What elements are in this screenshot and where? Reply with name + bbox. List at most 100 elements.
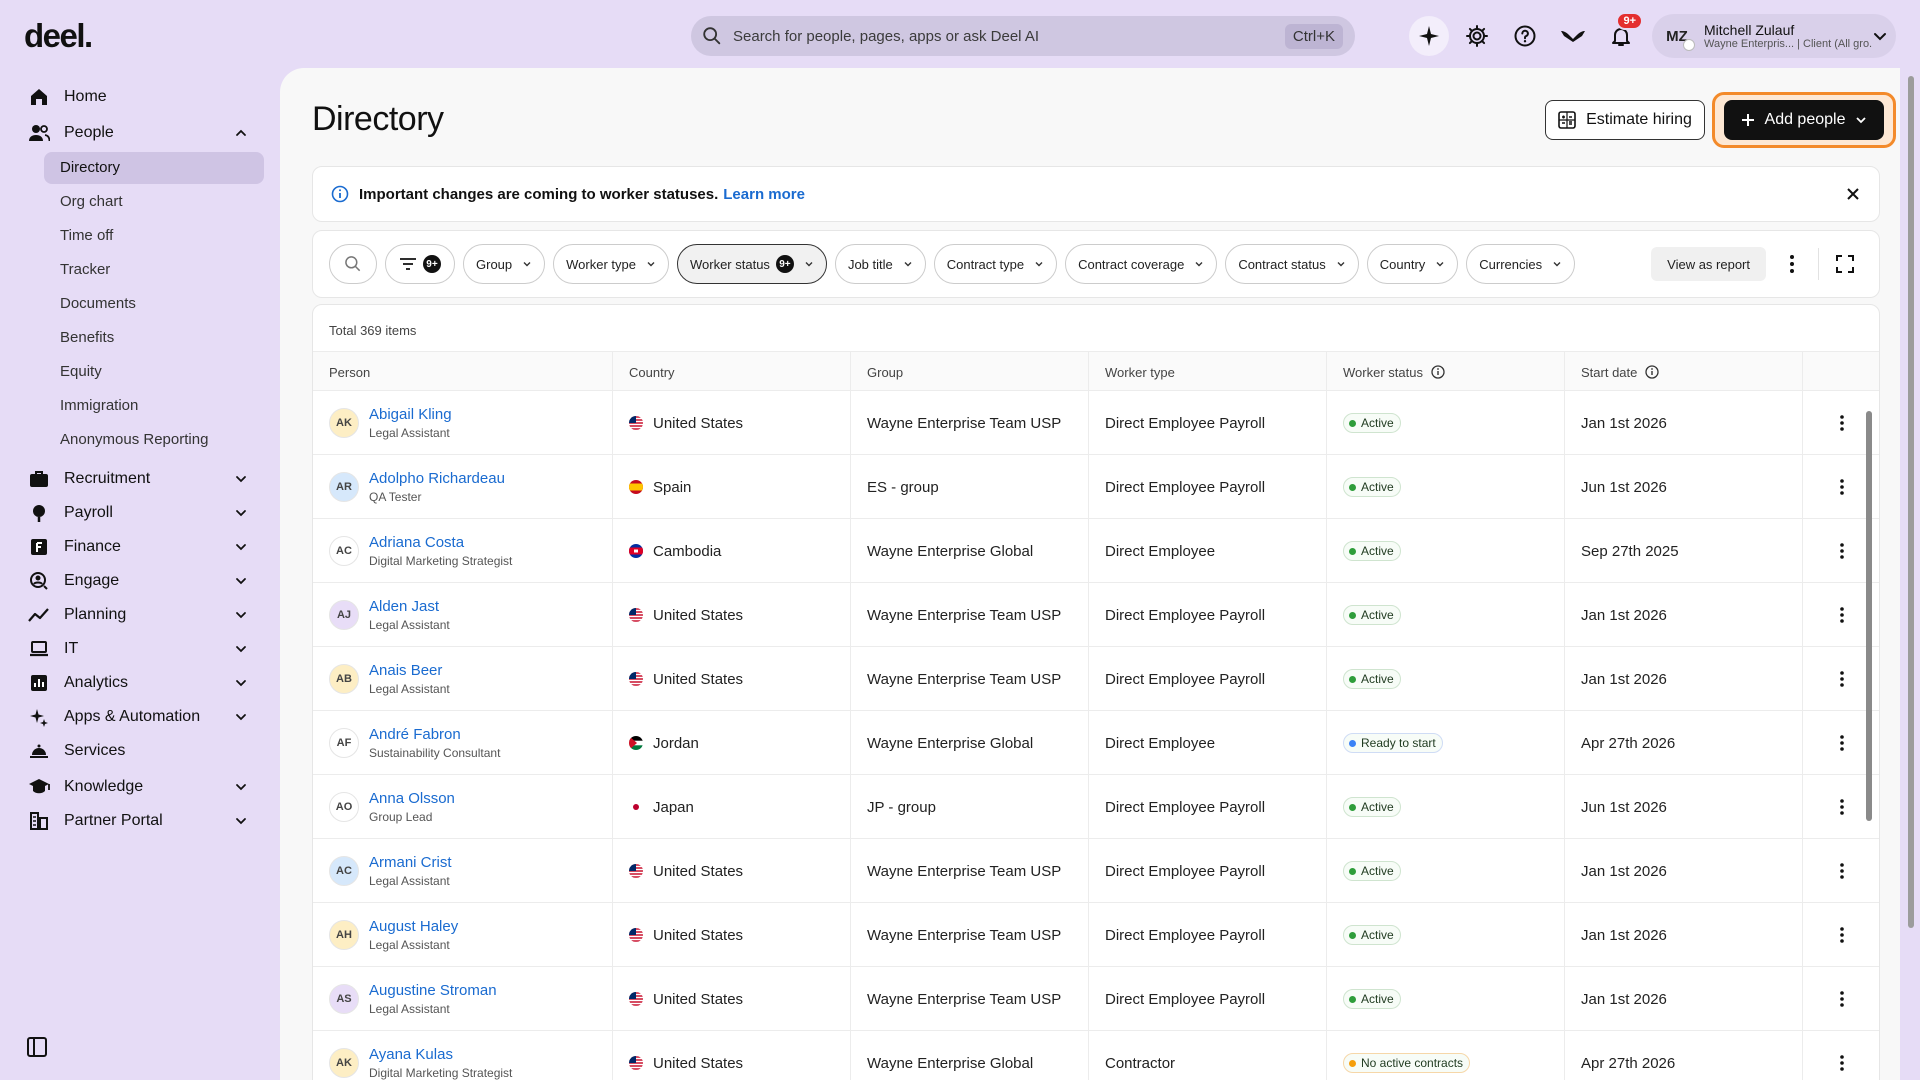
- person-name-link[interactable]: Adolpho Richardeau: [369, 470, 505, 487]
- filter-chip-group[interactable]: Group: [463, 244, 546, 284]
- fullscreen-icon[interactable]: [1827, 246, 1863, 282]
- filter-chip-contract-coverage[interactable]: Contract coverage: [1065, 244, 1218, 284]
- table-row[interactable]: AO Anna Olsson Group Lead Japan JP - group Di…: [313, 775, 1879, 839]
- filter-chip-country[interactable]: Country: [1366, 244, 1459, 284]
- table-row[interactable]: AC Adriana Costa Digital Marketing Strateg…: [313, 519, 1879, 583]
- person-role: Digital Marketing Strategist: [369, 554, 513, 568]
- search-icon: [345, 256, 361, 272]
- table-row[interactable]: AK Ayana Kulas Digital Marketing Strategis…: [313, 1031, 1879, 1080]
- person-name-link[interactable]: Armani Crist: [369, 854, 452, 871]
- filter-chip-worker-status[interactable]: Worker status 9+: [676, 244, 827, 284]
- person-name-link[interactable]: Augustine Stroman: [369, 982, 497, 999]
- sidebar-item-home[interactable]: Home: [0, 80, 276, 114]
- person-name-link[interactable]: Alden Jast: [369, 598, 450, 615]
- cell-worker-status: Active: [1327, 839, 1565, 903]
- learn-more-link[interactable]: Learn more: [723, 186, 805, 203]
- bird-icon[interactable]: [1553, 16, 1593, 56]
- sidebar-subitem-directory[interactable]: Directory: [44, 152, 264, 184]
- jo-flag-icon: [629, 736, 643, 750]
- sidebar-item-recruitment[interactable]: Recruitment: [0, 462, 276, 496]
- profile-menu[interactable]: MZ Mitchell Zulauf Wayne Enterpris... | …: [1652, 14, 1896, 58]
- table-row[interactable]: AK Abigail Kling Legal Assistant United Sta…: [313, 391, 1879, 455]
- column-person[interactable]: Person: [313, 352, 613, 392]
- deel-logo[interactable]: deel.: [24, 17, 93, 55]
- table-row[interactable]: AF André Fabron Sustainability Consultant J…: [313, 711, 1879, 775]
- filter-chip-currencies[interactable]: Currencies: [1466, 244, 1576, 284]
- table-search-button[interactable]: [329, 244, 377, 284]
- person-name-link[interactable]: Anna Olsson: [369, 790, 455, 807]
- column-country[interactable]: Country: [613, 352, 851, 392]
- info-icon[interactable]: [1645, 365, 1660, 379]
- person-name-link[interactable]: Ayana Kulas: [369, 1046, 512, 1063]
- sidebar-item-apps-automation[interactable]: Apps & Automation: [0, 700, 276, 734]
- column-worker-type[interactable]: Worker type: [1089, 352, 1327, 392]
- help-icon[interactable]: [1505, 16, 1545, 56]
- sidebar-subitem-tracker[interactable]: Tracker: [44, 254, 264, 286]
- page-scrollbar[interactable]: [1908, 70, 1916, 1070]
- table-row[interactable]: AH August Haley Legal Assistant United Stat…: [313, 903, 1879, 967]
- info-icon[interactable]: [1431, 365, 1445, 379]
- sidebar-item-services[interactable]: Services: [0, 734, 276, 768]
- sidebar-subitem-time-off[interactable]: Time off: [44, 220, 264, 252]
- sidebar-item-label: IT: [64, 640, 79, 657]
- country-name: Spain: [653, 478, 692, 496]
- gear-icon[interactable]: [1457, 16, 1497, 56]
- sparkle-icon[interactable]: [1409, 16, 1449, 56]
- global-search[interactable]: Search for people, pages, apps or ask De…: [691, 16, 1355, 56]
- sidebar-item-people[interactable]: People: [0, 116, 276, 150]
- column-worker-status[interactable]: Worker status: [1327, 352, 1565, 392]
- person-name-link[interactable]: Abigail Kling: [369, 406, 452, 423]
- search-placeholder[interactable]: Search for people, pages, apps or ask De…: [733, 28, 1285, 45]
- sidebar-subitem-equity[interactable]: Equity: [44, 356, 264, 388]
- person-name-link[interactable]: August Haley: [369, 918, 458, 935]
- sidebar-subitem-anonymous-reporting[interactable]: Anonymous Reporting: [44, 424, 264, 456]
- table-row[interactable]: AR Adolpho Richardeau QA Tester Spain ES - g…: [313, 455, 1879, 519]
- sidebar-item-payroll[interactable]: Payroll: [0, 496, 276, 530]
- chevron-down-icon: [236, 510, 246, 517]
- close-icon[interactable]: [1845, 186, 1861, 202]
- table-scrollbar[interactable]: [1866, 401, 1874, 1080]
- chip-count-badge: 9+: [775, 255, 794, 273]
- add-people-button[interactable]: Add people: [1724, 100, 1884, 140]
- column-start-date[interactable]: Start date: [1565, 352, 1803, 392]
- view-as-report-button[interactable]: View as report: [1651, 247, 1766, 281]
- table-row[interactable]: AC Armani Crist Legal Assistant United Stat…: [313, 839, 1879, 903]
- column-group[interactable]: Group: [851, 352, 1089, 392]
- group-name: Wayne Enterprise Team USP: [867, 990, 1062, 1008]
- sidebar-subitem-benefits[interactable]: Benefits: [44, 322, 264, 354]
- people-icon: [28, 122, 50, 144]
- filter-chip-job-title[interactable]: Job title: [834, 244, 926, 284]
- payroll-icon: [28, 502, 50, 524]
- chip-label: Country: [1379, 256, 1426, 272]
- cell-person: AO Anna Olsson Group Lead: [313, 775, 613, 839]
- sidebar-item-it[interactable]: IT: [0, 632, 276, 666]
- filter-chip-contract-status[interactable]: Contract status: [1225, 244, 1359, 284]
- estimate-hiring-button[interactable]: Estimate hiring: [1545, 100, 1705, 140]
- sidebar-item-knowledge[interactable]: Knowledge: [0, 770, 276, 804]
- table-row[interactable]: AJ Alden Jast Legal Assistant United States…: [313, 583, 1879, 647]
- sidebar-item-engage[interactable]: Engage: [0, 564, 276, 598]
- person-name-link[interactable]: Anais Beer: [369, 662, 450, 679]
- filter-chip-contract-type[interactable]: Contract type: [933, 244, 1058, 284]
- person-name-link[interactable]: Adriana Costa: [369, 534, 512, 551]
- sidebar-collapse-icon[interactable]: [26, 1036, 50, 1060]
- table-row[interactable]: AB Anais Beer Legal Assistant United States…: [313, 647, 1879, 711]
- country-name: United States: [653, 926, 744, 944]
- bell-icon[interactable]: 9+: [1601, 12, 1643, 56]
- sidebar-subitem-org-chart[interactable]: Org chart: [44, 186, 264, 218]
- filter-chip-worker-type[interactable]: Worker type: [553, 244, 669, 284]
- sidebar-item-planning[interactable]: Planning: [0, 598, 276, 632]
- filters-button[interactable]: 9+: [385, 244, 455, 284]
- sidebar-item-analytics[interactable]: Analytics: [0, 666, 276, 700]
- start-date: Apr 27th 2026: [1581, 734, 1676, 752]
- table-row[interactable]: AS Augustine Stroman Legal Assistant United…: [313, 967, 1879, 1031]
- sidebar-item-finance[interactable]: Finance: [0, 530, 276, 564]
- person-name-link[interactable]: André Fabron: [369, 726, 500, 743]
- chip-label: Worker type: [566, 256, 636, 272]
- cell-group: Wayne Enterprise Team USP: [851, 903, 1089, 967]
- sidebar-subitem-documents[interactable]: Documents: [44, 288, 264, 320]
- status-dot: [1349, 675, 1356, 683]
- more-options-icon[interactable]: [1774, 246, 1810, 282]
- sidebar-item-partner-portal[interactable]: Partner Portal: [0, 804, 276, 838]
- sidebar-subitem-immigration[interactable]: Immigration: [44, 390, 264, 422]
